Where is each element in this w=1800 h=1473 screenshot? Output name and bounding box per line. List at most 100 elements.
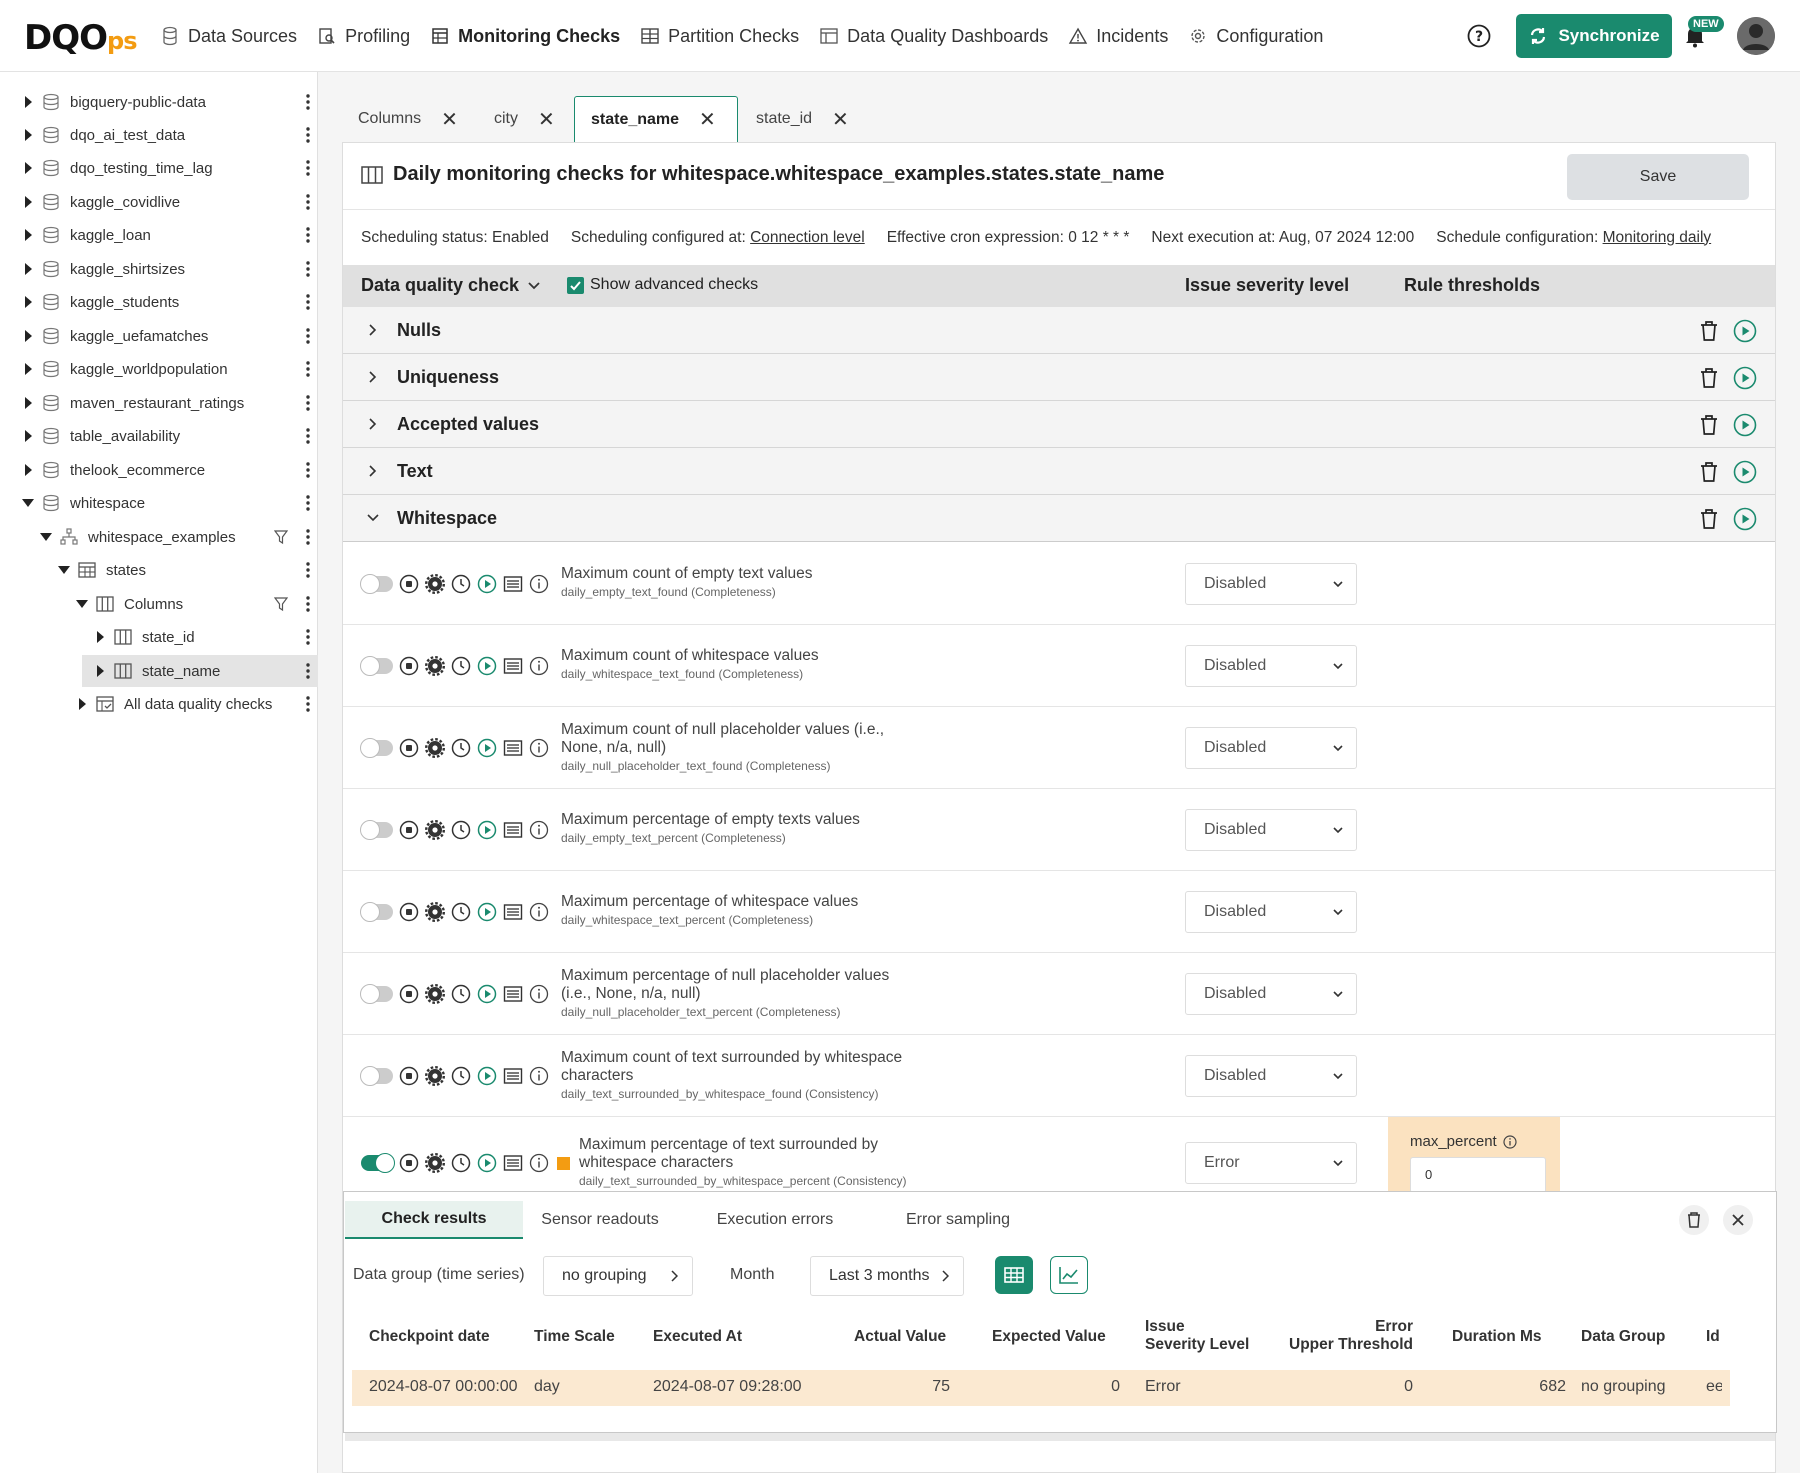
chevron-down-icon[interactable] (367, 511, 379, 525)
check-enable-toggle[interactable] (360, 902, 393, 922)
col-actual-value[interactable]: Actual Value (854, 1328, 946, 1346)
run-check-icon[interactable] (1733, 366, 1757, 390)
gear-icon[interactable] (425, 574, 445, 594)
category-whitespace[interactable]: Whitespace (343, 495, 1775, 542)
category-text[interactable]: Text (343, 448, 1775, 495)
connection-level-link[interactable]: Connection level (750, 229, 865, 246)
data-group-select[interactable]: no grouping (543, 1256, 693, 1296)
info-icon[interactable] (529, 820, 549, 840)
sidebar-item-kaggle-uefamatches[interactable]: kaggle_uefamatches (0, 320, 318, 352)
nav-partition-checks[interactable]: Partition Checks (640, 26, 799, 47)
clock-icon[interactable] (451, 1066, 471, 1086)
list-icon[interactable] (503, 1066, 523, 1086)
check-enable-toggle[interactable] (361, 1153, 395, 1173)
stop-circle-icon[interactable] (399, 656, 419, 676)
clock-icon[interactable] (451, 738, 471, 758)
info-icon[interactable] (529, 1153, 549, 1173)
stop-circle-icon[interactable] (399, 984, 419, 1004)
kebab-menu-icon[interactable] (306, 260, 310, 278)
col-data-group[interactable]: Data Group (1581, 1328, 1665, 1346)
check-enable-toggle[interactable] (360, 656, 393, 676)
sidebar-item-dqo-testing-time-lag[interactable]: dqo_testing_time_lag (0, 152, 318, 184)
check-enable-toggle[interactable] (360, 1066, 393, 1086)
chevron-right-icon[interactable] (367, 323, 379, 337)
list-icon[interactable] (503, 820, 523, 840)
close-icon[interactable]: ✕ (538, 107, 555, 132)
caret-right-icon[interactable] (22, 129, 34, 141)
close-icon[interactable]: ✕ (699, 107, 716, 132)
category-uniqueness[interactable]: Uniqueness (343, 354, 1775, 401)
severity-select[interactable]: Error (1185, 1142, 1357, 1184)
col-checkpoint-date[interactable]: Checkpoint date (369, 1328, 490, 1346)
list-icon[interactable] (503, 984, 523, 1004)
chevron-right-icon[interactable] (367, 417, 379, 431)
clock-icon[interactable] (451, 902, 471, 922)
col-duration-ms[interactable]: Duration Ms (1452, 1328, 1542, 1346)
avatar[interactable] (1737, 17, 1775, 55)
info-icon[interactable] (529, 574, 549, 594)
info-icon[interactable] (529, 656, 549, 676)
list-icon[interactable] (503, 574, 523, 594)
stop-circle-icon[interactable] (399, 902, 419, 922)
check-enable-toggle[interactable] (360, 984, 393, 1004)
kebab-menu-icon[interactable] (306, 494, 310, 512)
info-icon[interactable] (529, 1066, 549, 1086)
list-icon[interactable] (503, 738, 523, 758)
nav-dashboards[interactable]: Data Quality Dashboards (819, 26, 1048, 47)
run-check-icon[interactable] (477, 902, 497, 922)
clock-icon[interactable] (451, 984, 471, 1004)
caret-right-icon[interactable] (22, 363, 34, 375)
trash-icon[interactable] (1699, 508, 1719, 530)
monitoring-daily-link[interactable]: Monitoring daily (1603, 229, 1712, 246)
gear-icon[interactable] (425, 820, 445, 840)
kebab-menu-icon[interactable] (306, 461, 310, 479)
caret-right-icon[interactable] (22, 397, 34, 409)
caret-down-icon[interactable] (40, 531, 52, 543)
chart-view-button[interactable] (1050, 1256, 1088, 1294)
run-check-icon[interactable] (1733, 319, 1757, 343)
max-percent-input[interactable]: 0 (1410, 1157, 1546, 1193)
save-button[interactable]: Save (1567, 154, 1749, 200)
kebab-menu-icon[interactable] (306, 126, 310, 144)
caret-down-icon[interactable] (58, 564, 70, 576)
kebab-menu-icon[interactable] (306, 226, 310, 244)
filter-icon[interactable] (274, 529, 288, 545)
kebab-menu-icon[interactable] (306, 293, 310, 311)
tab-sensor-readouts[interactable]: Sensor readouts (530, 1201, 670, 1239)
kebab-menu-icon[interactable] (306, 595, 310, 613)
tab-columns[interactable]: Columns ✕ (342, 96, 474, 142)
stop-circle-icon[interactable] (399, 820, 419, 840)
chevron-right-icon[interactable] (367, 464, 379, 478)
stop-circle-icon[interactable] (399, 1153, 419, 1173)
horizontal-scrollbar[interactable] (345, 1433, 1775, 1441)
sidebar-item-kaggle-worldpopulation[interactable]: kaggle_worldpopulation (0, 353, 318, 385)
nav-monitoring-checks[interactable]: Monitoring Checks (430, 26, 620, 47)
sidebar-item-dqo-ai-test-data[interactable]: dqo_ai_test_data (0, 119, 318, 151)
col-issue-severity[interactable]: Issue Severity Level (1145, 1318, 1249, 1354)
sidebar-item-kaggle-shirtsizes[interactable]: kaggle_shirtsizes (0, 253, 318, 285)
caret-right-icon[interactable] (22, 296, 34, 308)
check-column-header[interactable]: Data quality check (361, 275, 541, 296)
sidebar-item-all-data-quality-checks[interactable]: All data quality checks (0, 688, 318, 720)
col-error-upper-threshold[interactable]: Error Upper Threshold (1289, 1318, 1413, 1354)
tab-city[interactable]: city ✕ (478, 96, 571, 142)
caret-right-icon[interactable] (22, 464, 34, 476)
kebab-menu-icon[interactable] (306, 394, 310, 412)
nav-data-sources[interactable]: Data Sources (160, 26, 297, 47)
sidebar-item-thelook-ecommerce[interactable]: thelook_ecommerce (0, 454, 318, 486)
show-advanced-checkbox[interactable]: Show advanced checks (567, 276, 758, 294)
info-icon[interactable] (529, 984, 549, 1004)
close-icon[interactable]: ✕ (832, 107, 849, 132)
sidebar-item-kaggle-loan[interactable]: kaggle_loan (0, 219, 318, 251)
caret-down-icon[interactable] (76, 598, 88, 610)
trash-icon[interactable] (1699, 320, 1719, 342)
col-id[interactable]: Id (1706, 1328, 1720, 1346)
sidebar-item-states[interactable]: states (0, 554, 318, 586)
filter-icon[interactable] (274, 596, 288, 612)
sidebar-item-kaggle-students[interactable]: kaggle_students (0, 286, 318, 318)
severity-select[interactable]: Disabled (1185, 1055, 1357, 1097)
gear-icon[interactable] (425, 738, 445, 758)
caret-right-icon[interactable] (22, 263, 34, 275)
gear-icon[interactable] (425, 1066, 445, 1086)
kebab-menu-icon[interactable] (306, 695, 310, 713)
